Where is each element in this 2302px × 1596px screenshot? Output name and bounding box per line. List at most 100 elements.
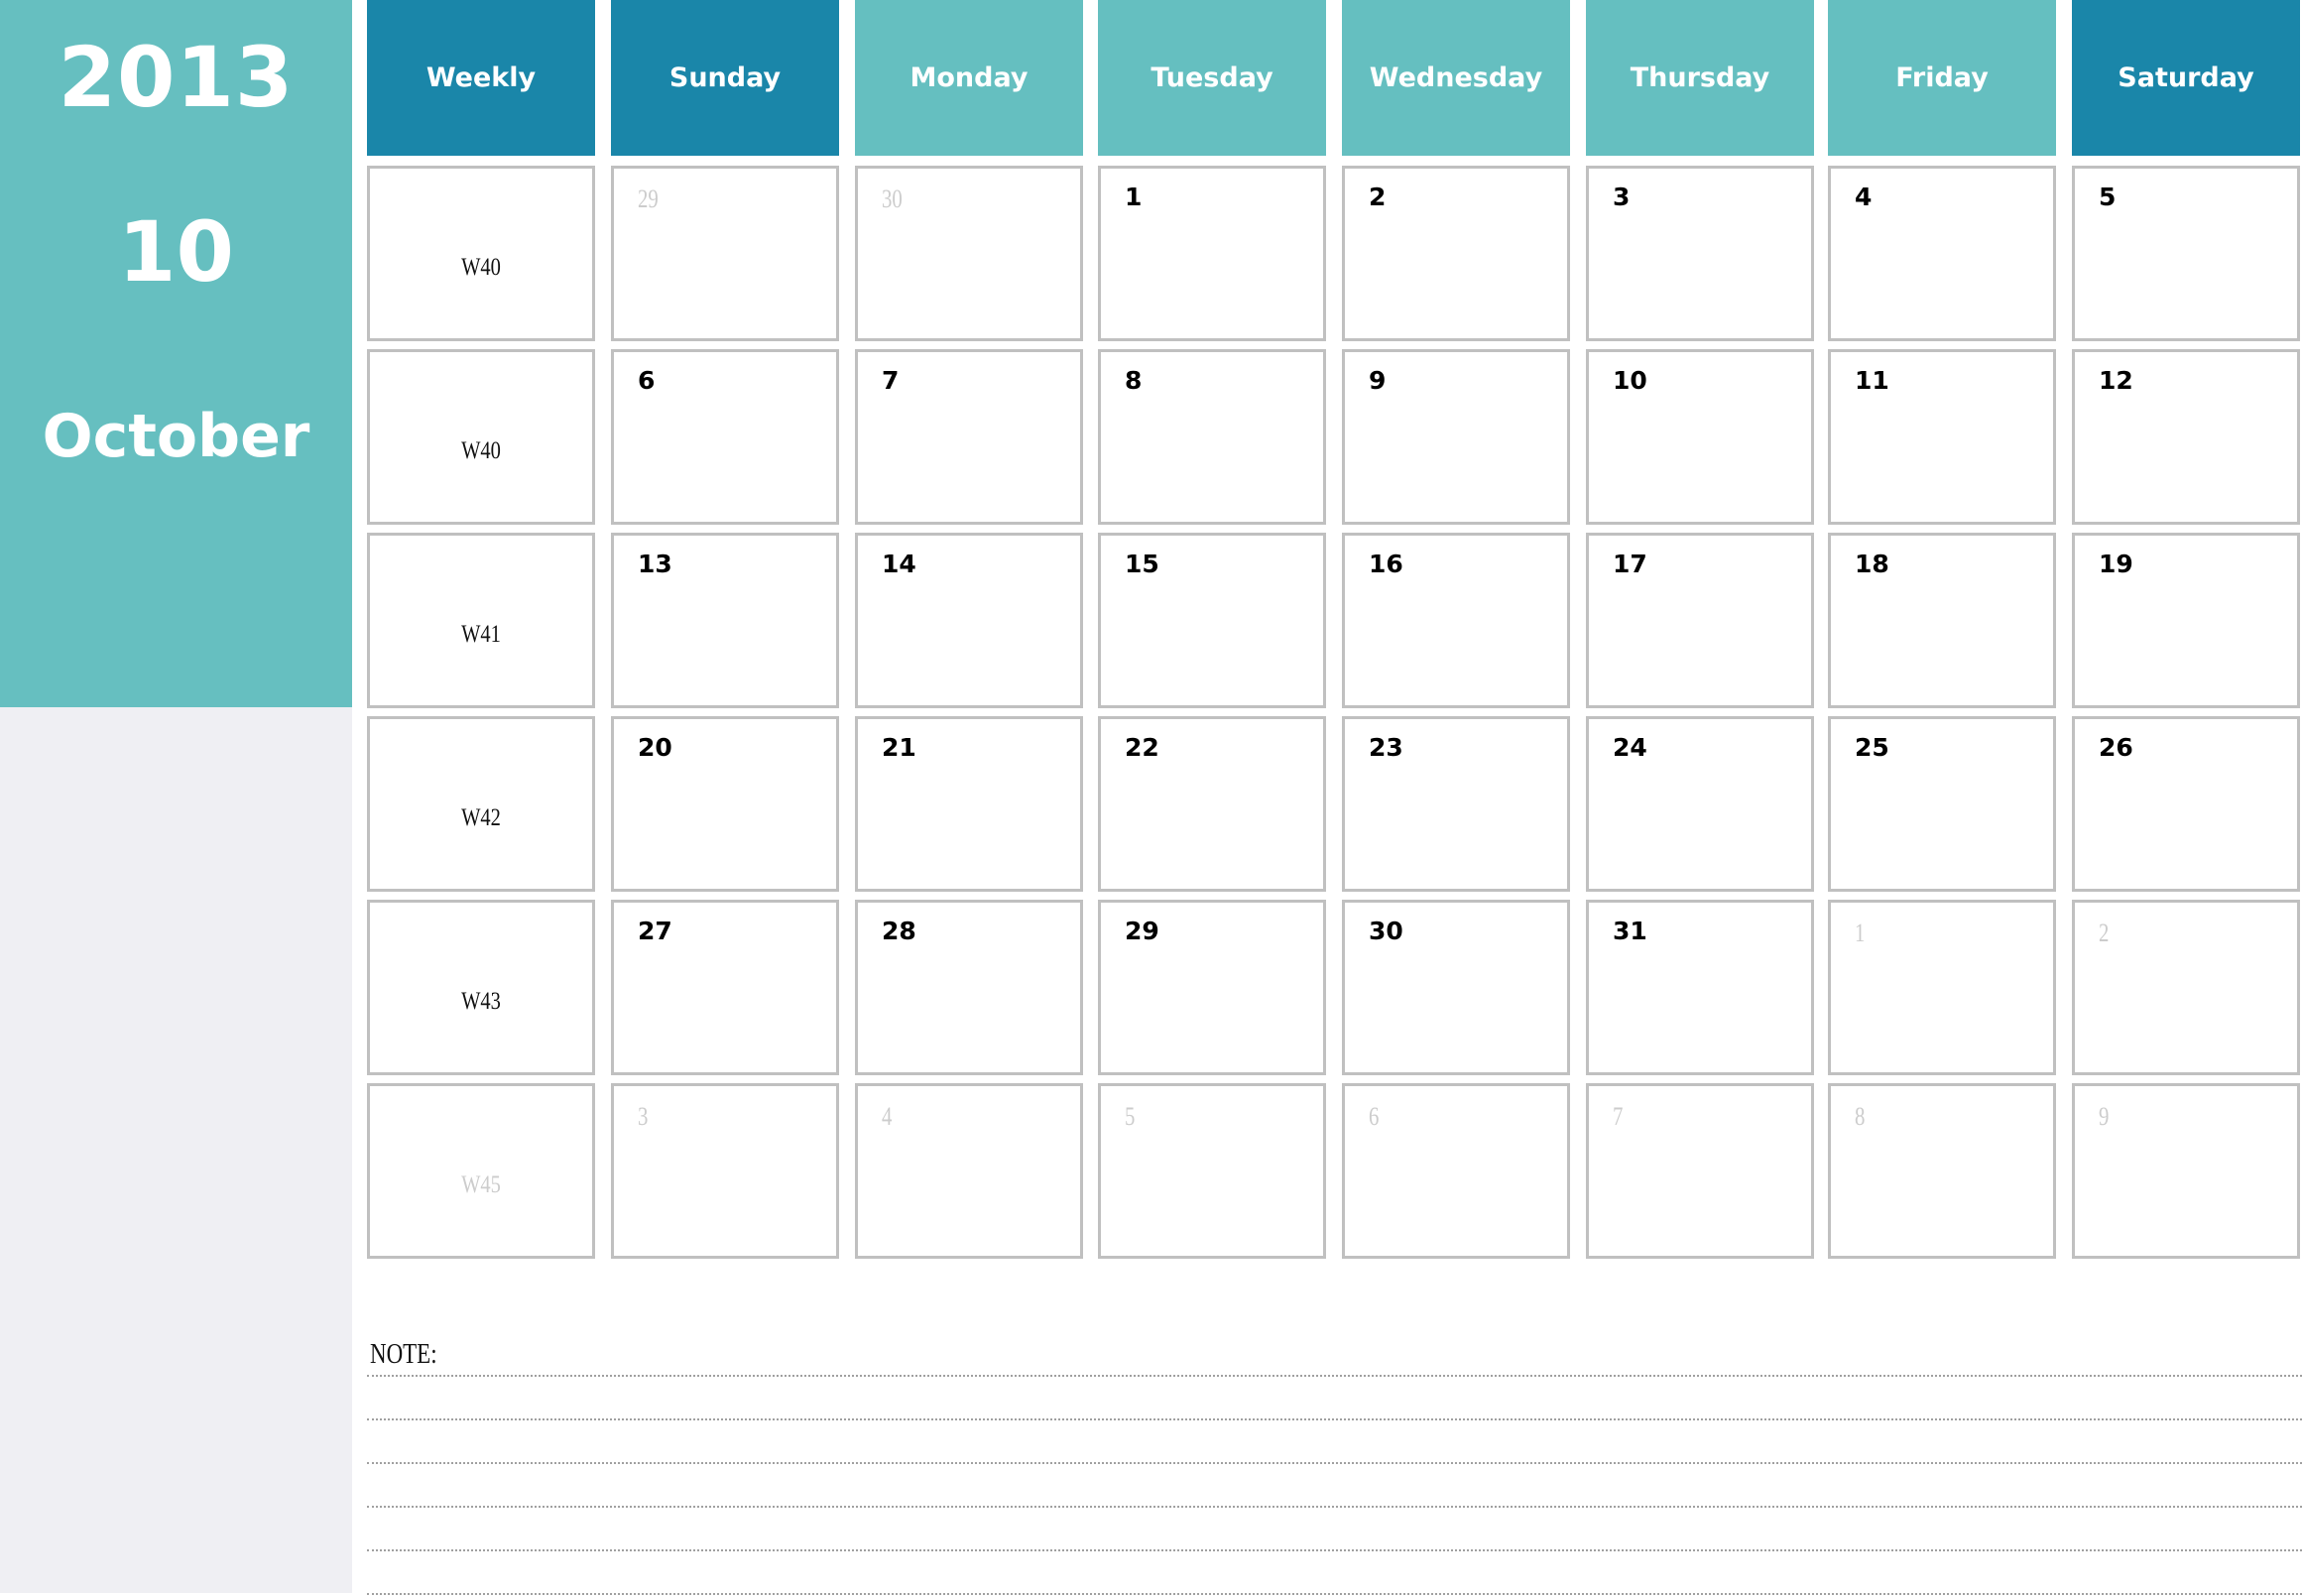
day-number: 30 — [1369, 917, 1403, 945]
day-cell[interactable]: 7 — [855, 349, 1083, 525]
day-number: 9 — [2099, 1102, 2110, 1131]
day-cell[interactable]: 1 — [1098, 166, 1326, 341]
day-number: 6 — [1369, 1102, 1380, 1131]
day-number: 31 — [1613, 917, 1647, 945]
day-cell[interactable]: 10 — [1586, 349, 1814, 525]
day-number: 3 — [638, 1102, 649, 1131]
day-cell[interactable]: 17 — [1586, 533, 1814, 708]
day-number: 29 — [1125, 917, 1159, 945]
day-number: 13 — [638, 550, 672, 578]
day-number: 1 — [1855, 919, 1866, 947]
note-line[interactable] — [367, 1418, 2302, 1420]
day-number: 7 — [882, 366, 900, 395]
day-number: 2 — [1369, 183, 1387, 211]
note-line[interactable] — [367, 1506, 2302, 1508]
day-number: 4 — [882, 1102, 893, 1131]
day-cell[interactable]: 14 — [855, 533, 1083, 708]
day-number: 5 — [1125, 1102, 1136, 1131]
day-number: 24 — [1613, 733, 1647, 762]
day-cell[interactable]: 9 — [1342, 349, 1570, 525]
day-cell-other-month[interactable]: 1 — [1828, 900, 2056, 1075]
header-wednesday: Wednesday — [1342, 0, 1570, 156]
day-cell[interactable]: 28 — [855, 900, 1083, 1075]
day-number: 14 — [882, 550, 916, 578]
week-number-cell: W45 — [367, 1083, 595, 1259]
header-tuesday: Tuesday — [1098, 0, 1326, 156]
day-cell[interactable]: 30 — [1342, 900, 1570, 1075]
day-number: 21 — [882, 733, 916, 762]
day-cell[interactable]: 6 — [611, 349, 839, 525]
header-saturday: Saturday — [2072, 0, 2300, 156]
note-line[interactable] — [367, 1375, 2302, 1377]
day-number: 3 — [1613, 183, 1631, 211]
day-cell[interactable]: 19 — [2072, 533, 2300, 708]
day-cell[interactable]: 3 — [1586, 166, 1814, 341]
day-number: 10 — [1613, 366, 1647, 395]
week-number-cell: W42 — [367, 716, 595, 892]
day-cell[interactable]: 22 — [1098, 716, 1326, 892]
month-name-label: October — [42, 402, 310, 471]
day-cell[interactable]: 18 — [1828, 533, 2056, 708]
day-cell[interactable]: 11 — [1828, 349, 2056, 525]
week-number-cell: W40 — [367, 349, 595, 525]
day-number: 26 — [2099, 733, 2133, 762]
day-cell[interactable]: 24 — [1586, 716, 1814, 892]
note-line[interactable] — [367, 1462, 2302, 1464]
day-cell[interactable]: 2 — [1342, 166, 1570, 341]
day-number: 17 — [1613, 550, 1647, 578]
day-cell[interactable]: 15 — [1098, 533, 1326, 708]
day-cell-other-month[interactable]: 30 — [855, 166, 1083, 341]
day-cell[interactable]: 12 — [2072, 349, 2300, 525]
day-cell-other-month[interactable]: 4 — [855, 1083, 1083, 1259]
day-cell-other-month[interactable]: 9 — [2072, 1083, 2300, 1259]
day-number: 4 — [1855, 183, 1873, 211]
day-cell-other-month[interactable]: 5 — [1098, 1083, 1326, 1259]
day-number: 28 — [882, 917, 916, 945]
day-cell[interactable]: 8 — [1098, 349, 1326, 525]
week-number-label: W42 — [461, 804, 501, 831]
day-cell[interactable]: 25 — [1828, 716, 2056, 892]
day-cell[interactable]: 13 — [611, 533, 839, 708]
day-number: 23 — [1369, 733, 1403, 762]
day-cell[interactable]: 20 — [611, 716, 839, 892]
day-cell-other-month[interactable]: 8 — [1828, 1083, 2056, 1259]
day-cell[interactable]: 23 — [1342, 716, 1570, 892]
note-line[interactable] — [367, 1549, 2302, 1551]
day-cell[interactable]: 29 — [1098, 900, 1326, 1075]
day-cell-other-month[interactable]: 3 — [611, 1083, 839, 1259]
header-weekly: Weekly — [367, 0, 595, 156]
day-number: 8 — [1125, 366, 1143, 395]
week-number-label: W43 — [461, 988, 501, 1015]
day-number: 19 — [2099, 550, 2133, 578]
month-number-label: 10 — [118, 203, 234, 301]
day-number: 29 — [638, 184, 659, 213]
day-cell-other-month[interactable]: 2 — [2072, 900, 2300, 1075]
header-friday: Friday — [1828, 0, 2056, 156]
notes-label: NOTE: — [370, 1339, 437, 1370]
day-cell[interactable]: 4 — [1828, 166, 2056, 341]
day-cell[interactable]: 21 — [855, 716, 1083, 892]
header-sunday: Sunday — [611, 0, 839, 156]
day-cell[interactable]: 27 — [611, 900, 839, 1075]
day-number: 7 — [1613, 1102, 1624, 1131]
day-number: 1 — [1125, 183, 1143, 211]
day-cell[interactable]: 26 — [2072, 716, 2300, 892]
day-number: 5 — [2099, 183, 2117, 211]
day-cell[interactable]: 5 — [2072, 166, 2300, 341]
week-number-label: W40 — [461, 437, 501, 464]
day-cell[interactable]: 31 — [1586, 900, 1814, 1075]
day-number: 22 — [1125, 733, 1159, 762]
year-label: 2013 — [58, 29, 295, 126]
day-number: 15 — [1125, 550, 1159, 578]
day-number: 11 — [1855, 366, 1889, 395]
day-number: 18 — [1855, 550, 1889, 578]
day-cell-other-month[interactable]: 29 — [611, 166, 839, 341]
week-number-label: W40 — [461, 254, 501, 281]
note-line[interactable] — [367, 1593, 2302, 1595]
day-cell-other-month[interactable]: 7 — [1586, 1083, 1814, 1259]
day-number: 8 — [1855, 1102, 1866, 1131]
week-number-label: W45 — [461, 1171, 501, 1198]
day-number: 30 — [882, 184, 903, 213]
day-cell-other-month[interactable]: 6 — [1342, 1083, 1570, 1259]
day-cell[interactable]: 16 — [1342, 533, 1570, 708]
